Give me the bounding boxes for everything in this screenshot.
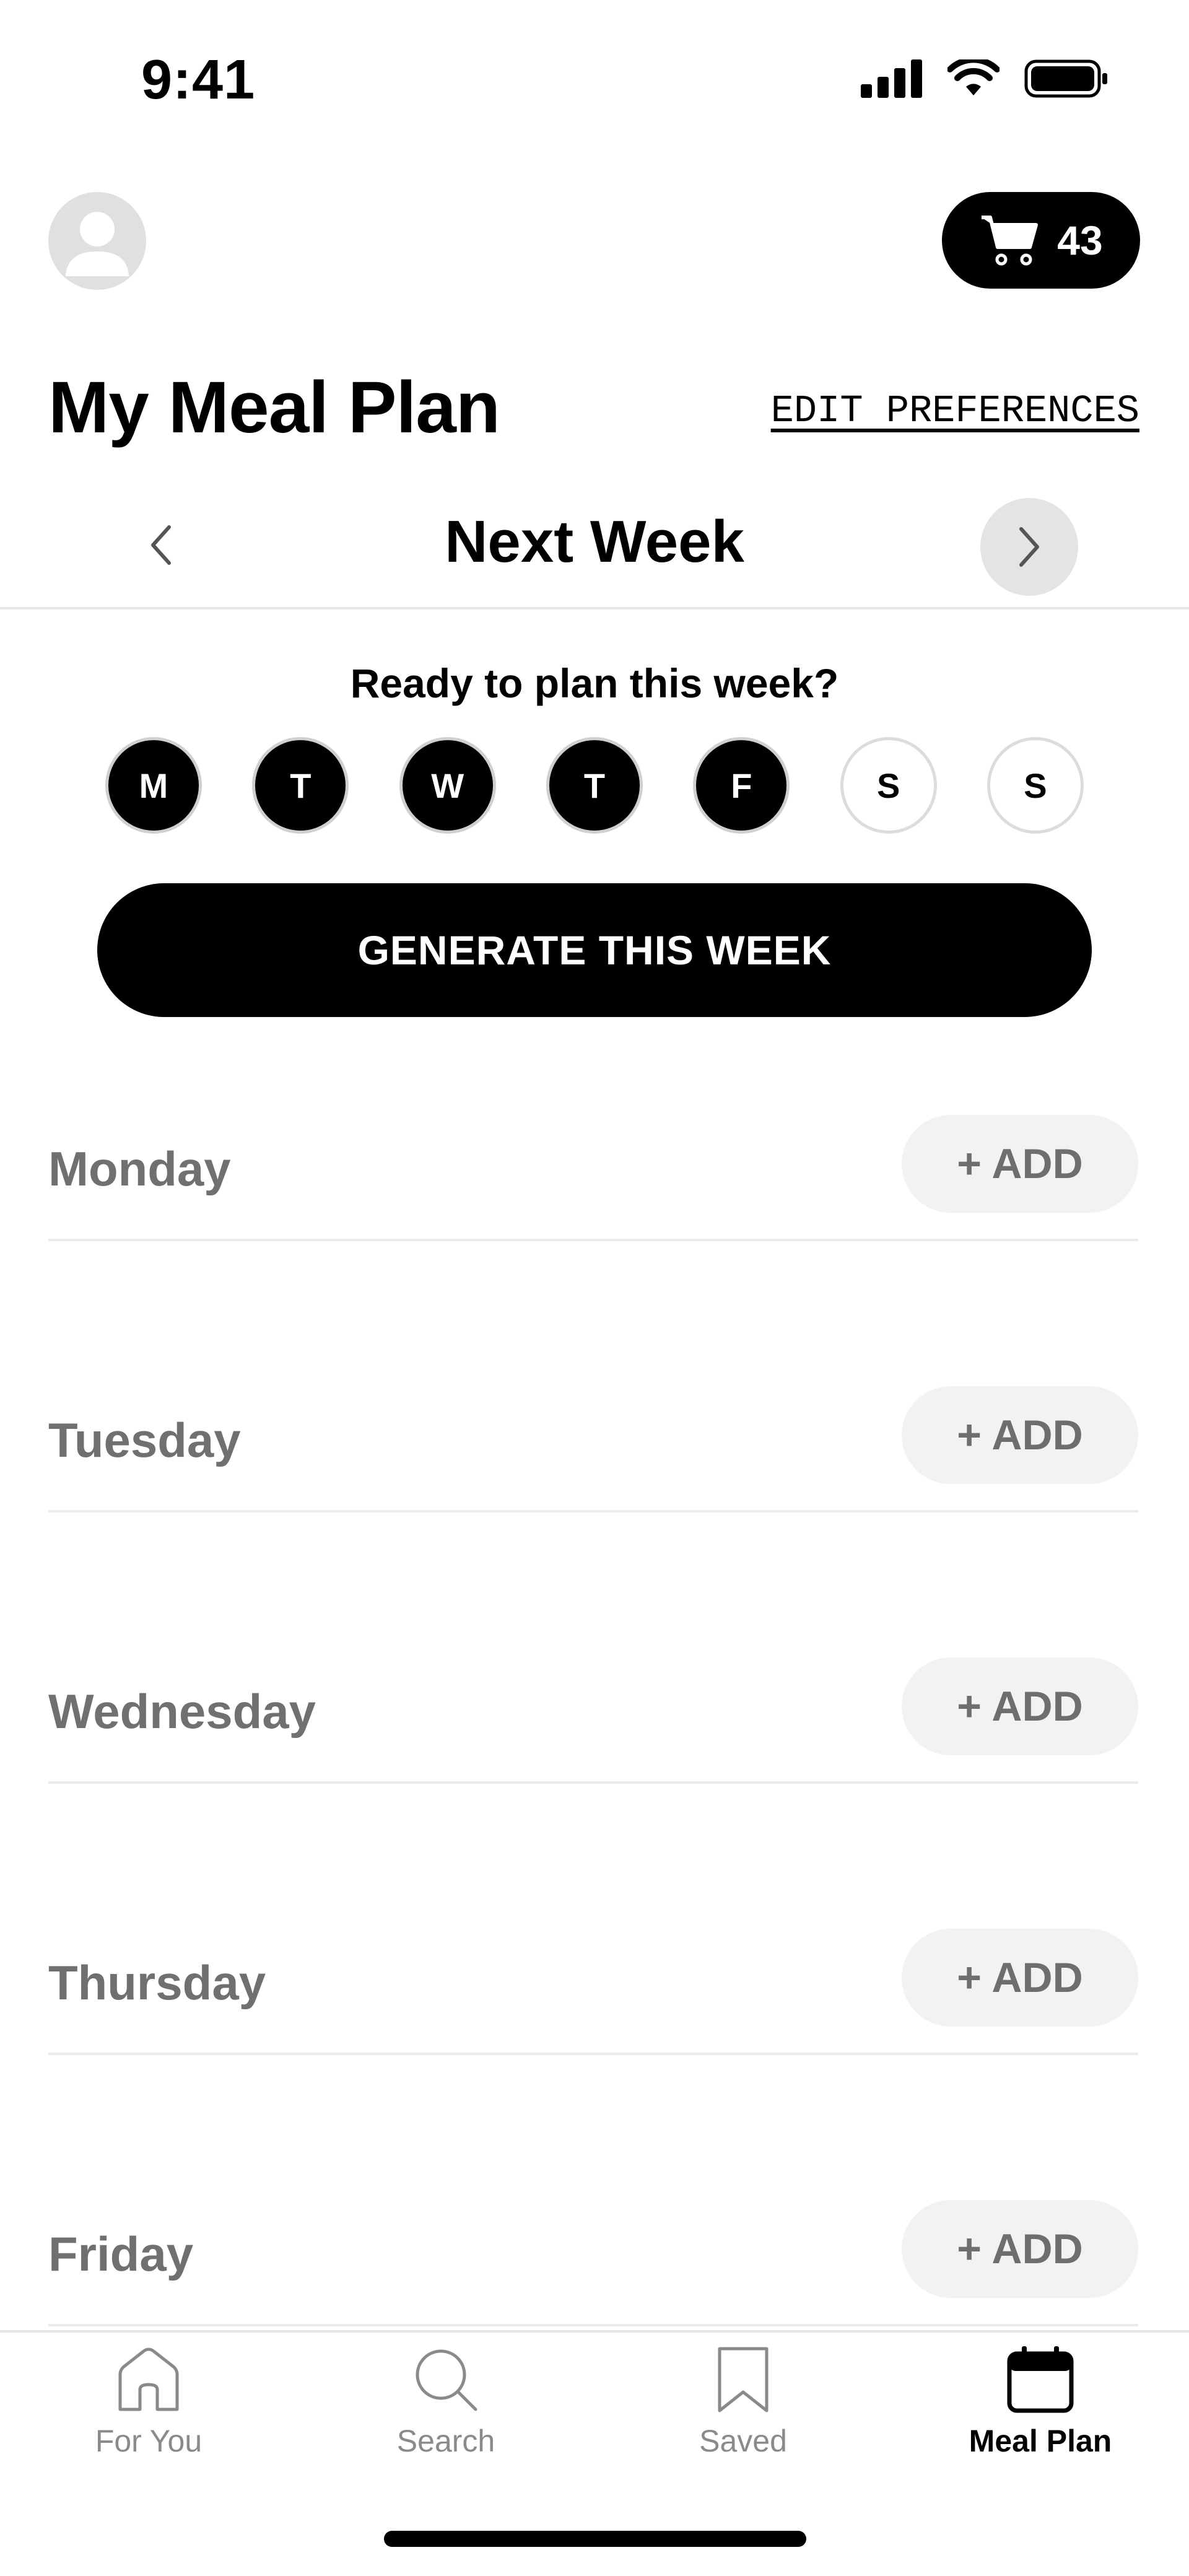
- tab-meal-plan[interactable]: Meal Plan: [892, 2345, 1189, 2494]
- next-week-button[interactable]: [980, 498, 1078, 596]
- chevron-right-icon: [1019, 527, 1039, 567]
- tab-label: Saved: [699, 2424, 787, 2458]
- bookmark-icon: [718, 2347, 769, 2412]
- day-toggle-tuesday[interactable]: T: [252, 737, 349, 834]
- search-icon: [416, 2349, 477, 2411]
- signal-icon: [861, 59, 922, 98]
- page-title: My Meal Plan: [48, 367, 500, 448]
- add-meal-button[interactable]: + ADD: [902, 1115, 1138, 1213]
- calendar-icon: [1007, 2346, 1074, 2413]
- add-meal-button[interactable]: + ADD: [902, 1386, 1138, 1484]
- day-row-friday: Friday + ADD: [48, 2200, 1138, 2326]
- day-toggle-monday[interactable]: M: [105, 737, 202, 834]
- tab-saved[interactable]: Saved: [594, 2345, 892, 2494]
- day-name: Friday: [48, 2227, 194, 2281]
- edit-preferences-link[interactable]: EDIT PREFERENCES: [771, 389, 1139, 433]
- day-row-monday: Monday + ADD: [48, 1115, 1138, 1241]
- cart-count: 43: [1057, 217, 1103, 263]
- tab-label: Search: [396, 2424, 495, 2458]
- plan-prompt: Ready to plan this week?: [350, 660, 839, 706]
- day-toggle-wednesday[interactable]: W: [399, 737, 496, 834]
- wifi-icon: [947, 59, 1000, 95]
- generate-week-button[interactable]: GENERATE THIS WEEK: [97, 883, 1092, 1017]
- home-indicator: [384, 2531, 806, 2547]
- day-toggle-friday[interactable]: F: [693, 737, 790, 834]
- weekday-selector: M T W T F S S: [105, 737, 1084, 834]
- tab-for-you[interactable]: For You: [0, 2345, 297, 2494]
- tab-search[interactable]: Search: [297, 2345, 594, 2494]
- user-icon: [66, 212, 129, 276]
- add-meal-button[interactable]: + ADD: [902, 2200, 1138, 2298]
- day-toggle-sunday[interactable]: S: [986, 737, 1084, 834]
- day-row-wednesday: Wednesday + ADD: [48, 1657, 1138, 1784]
- week-navigator: Next Week: [0, 489, 1189, 609]
- tab-label: Meal Plan: [969, 2424, 1112, 2458]
- day-row-tuesday: Tuesday + ADD: [48, 1386, 1138, 1513]
- day-name: Thursday: [48, 1955, 266, 2010]
- avatar[interactable]: [48, 192, 146, 290]
- day-row-thursday: Thursday + ADD: [48, 1929, 1138, 2055]
- status-time: 9:41: [141, 49, 256, 111]
- cart-button[interactable]: 43: [942, 192, 1140, 289]
- status-icons: [861, 59, 1108, 98]
- tab-label: For You: [95, 2424, 203, 2458]
- day-name: Tuesday: [48, 1413, 241, 1467]
- cart-icon: [982, 216, 1039, 266]
- day-toggle-thursday[interactable]: T: [546, 737, 643, 834]
- battery-icon: [1024, 59, 1107, 98]
- home-icon: [118, 2347, 179, 2411]
- day-name: Wednesday: [48, 1684, 316, 1739]
- add-meal-button[interactable]: + ADD: [902, 1929, 1138, 2027]
- day-toggle-saturday[interactable]: S: [840, 737, 937, 834]
- day-name: Monday: [48, 1142, 231, 1196]
- add-meal-button[interactable]: + ADD: [902, 1657, 1138, 1755]
